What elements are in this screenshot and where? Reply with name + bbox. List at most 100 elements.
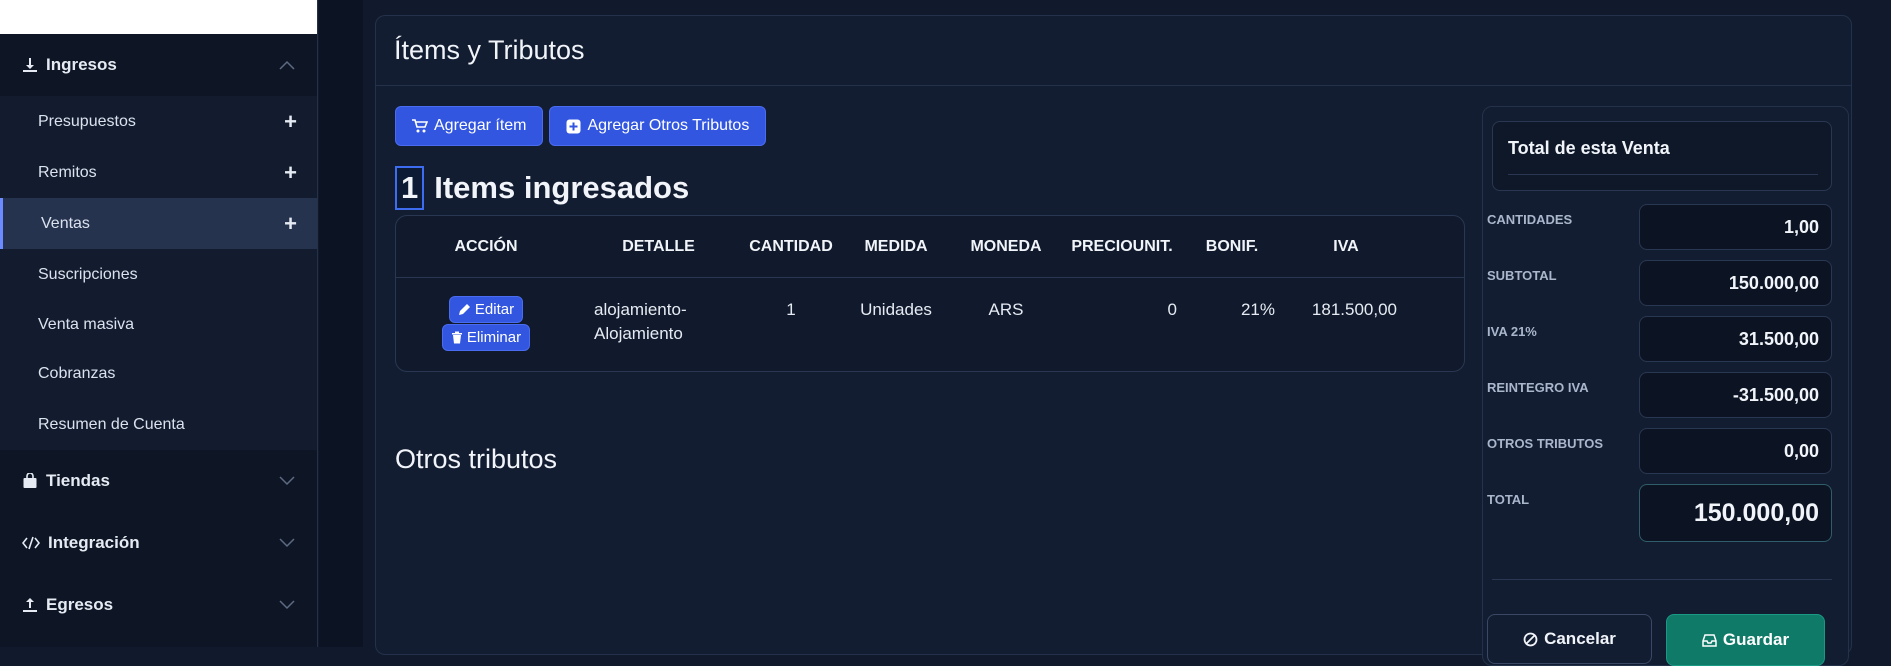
chevron-down-icon bbox=[279, 476, 295, 486]
header-cantidad: CANTIDAD bbox=[749, 237, 833, 255]
cart-icon bbox=[412, 119, 428, 133]
summary-label: OTROS TRIBUTOS bbox=[1487, 436, 1604, 451]
summary-row-reintegro: REINTEGRO IVA -31.500,00 bbox=[1487, 372, 1832, 418]
cell-medida: Unidades bbox=[860, 300, 932, 319]
trash-icon bbox=[451, 331, 463, 344]
summary-label: IVA 21% bbox=[1487, 324, 1537, 339]
summary-panel: Total de esta Venta CANTIDADES 1,00 SUBT… bbox=[1482, 106, 1849, 666]
sidebar-item-label: Venta masiva bbox=[38, 315, 135, 333]
divider bbox=[1492, 579, 1832, 580]
add-tributes-button[interactable]: Agregar Otros Tributos bbox=[549, 106, 767, 146]
summary-label: CANTIDADES bbox=[1487, 212, 1573, 227]
chevron-down-icon bbox=[279, 600, 295, 610]
summary-header: Total de esta Venta bbox=[1492, 121, 1832, 191]
sidebar-item-cobranzas[interactable]: Cobranzas bbox=[0, 349, 317, 399]
plus-square-icon bbox=[566, 119, 581, 134]
pencil-icon bbox=[458, 303, 471, 316]
edit-button[interactable]: Editar bbox=[448, 296, 524, 323]
items-heading: 1 Items ingresados bbox=[395, 166, 689, 210]
add-tributes-label: Agregar Otros Tributos bbox=[587, 117, 750, 134]
sidebar-item-label: Suscripciones bbox=[38, 265, 138, 283]
plus-icon[interactable]: + bbox=[284, 160, 297, 186]
plus-icon[interactable]: + bbox=[284, 211, 297, 237]
summary-label: REINTEGRO IVA bbox=[1487, 380, 1589, 395]
summary-label: SUBTOTAL bbox=[1487, 268, 1557, 283]
sidebar-submenu-ingresos: Presupuestos + Remitos + Ventas + Suscri… bbox=[0, 96, 317, 450]
detalle-line: alojamiento- bbox=[594, 300, 687, 319]
cell-accion: Editar Eliminar bbox=[396, 296, 576, 351]
cancel-label: Cancelar bbox=[1544, 629, 1616, 648]
sidebar-group-label: Integración bbox=[48, 533, 140, 552]
summary-row-iva: IVA 21% 31.500,00 bbox=[1487, 316, 1832, 362]
divider bbox=[1508, 174, 1818, 175]
main-content: Ítems y Tributos Agregar ítem Agregar Ot… bbox=[363, 0, 1891, 666]
cantidades-value: 1,00 bbox=[1639, 204, 1832, 250]
sidebar-group-label: Ingresos bbox=[46, 55, 117, 74]
add-item-button[interactable]: Agregar ítem bbox=[395, 106, 544, 146]
delete-label: Eliminar bbox=[466, 329, 522, 346]
items-title: Items ingresados bbox=[434, 170, 690, 205]
items-count: 1 bbox=[395, 166, 425, 210]
table-header: ACCIÓN DETALLE CANTIDAD MEDIDA MONEDA PR… bbox=[396, 216, 1464, 278]
upload-icon bbox=[22, 597, 38, 613]
sidebar: Ingresos Presupuestos + Remitos + Ventas… bbox=[0, 0, 318, 647]
sidebar-item-label: Ventas bbox=[41, 214, 90, 232]
sidebar-item-suscripciones[interactable]: Suscripciones bbox=[0, 249, 317, 300]
header-accion: ACCIÓN bbox=[454, 237, 518, 255]
detalle-line: Alojamiento bbox=[594, 324, 683, 343]
sidebar-group-egresos[interactable]: Egresos bbox=[0, 574, 317, 636]
sidebar-logo-area bbox=[0, 0, 317, 34]
items-card: Ítems y Tributos Agregar ítem Agregar Ot… bbox=[375, 15, 1852, 666]
total-value: 150.000,00 bbox=[1639, 484, 1832, 542]
reintegro-value: -31.500,00 bbox=[1639, 372, 1832, 418]
add-item-label: Agregar ítem bbox=[434, 117, 527, 134]
sidebar-item-label: Resumen de Cuenta bbox=[38, 415, 185, 433]
content-gutter bbox=[319, 0, 363, 647]
sidebar-group-tiendas[interactable]: Tiendas bbox=[0, 450, 317, 512]
header-iva: IVA bbox=[1333, 237, 1359, 255]
header-detalle: DETALLE bbox=[622, 237, 695, 255]
cell-preciounit: 0 bbox=[1167, 300, 1177, 319]
summary-title: Total de esta Venta bbox=[1508, 138, 1670, 158]
cell-detalle: alojamiento- Alojamiento bbox=[576, 300, 741, 344]
summary-row-otros: OTROS TRIBUTOS 0,00 bbox=[1487, 428, 1832, 474]
iva-value: 31.500,00 bbox=[1639, 316, 1832, 362]
cell-moneda: ARS bbox=[988, 300, 1024, 319]
inbox-icon bbox=[1702, 633, 1717, 647]
header-bonif: BONIF. bbox=[1205, 237, 1259, 255]
sidebar-group-label: Egresos bbox=[46, 595, 114, 614]
sidebar-item-resumen-de-cuenta[interactable]: Resumen de Cuenta bbox=[0, 399, 317, 450]
chevron-up-icon bbox=[279, 60, 295, 70]
sidebar-item-presupuestos[interactable]: Presupuestos + bbox=[0, 96, 317, 147]
card-title: Ítems y Tributos bbox=[376, 16, 1851, 86]
shopping-bag-icon bbox=[22, 473, 38, 489]
cell-bonif: 21% bbox=[1240, 300, 1275, 319]
sidebar-item-venta-masiva[interactable]: Venta masiva bbox=[0, 300, 317, 349]
sidebar-item-label: Presupuestos bbox=[38, 112, 136, 130]
action-buttons: Agregar ítem Agregar Otros Tributos bbox=[395, 106, 767, 146]
cancel-button[interactable]: Cancelar bbox=[1487, 614, 1652, 664]
ban-icon bbox=[1523, 632, 1538, 647]
table-row: Editar Eliminar alojamiento- Alojamiento bbox=[396, 278, 1464, 372]
sidebar-item-label: Cobranzas bbox=[38, 365, 116, 382]
otros-tributos-heading: Otros tributos bbox=[395, 444, 558, 474]
sidebar-group-label: Tiendas bbox=[46, 471, 110, 490]
sidebar-item-ventas[interactable]: Ventas + bbox=[0, 198, 317, 249]
header-moneda: MONEDA bbox=[970, 237, 1042, 255]
chevron-down-icon bbox=[279, 538, 295, 548]
sidebar-item-remitos[interactable]: Remitos + bbox=[0, 147, 317, 198]
save-label: Guardar bbox=[1722, 630, 1790, 649]
plus-icon[interactable]: + bbox=[284, 109, 297, 135]
cell-cantidad: 1 bbox=[786, 300, 796, 319]
download-icon bbox=[22, 57, 38, 73]
header-preciounit: PRECIOUNIT. bbox=[1071, 237, 1173, 255]
sidebar-group-integracion[interactable]: Integración bbox=[0, 512, 317, 574]
summary-row-total: TOTAL 150.000,00 bbox=[1487, 484, 1832, 542]
summary-row-subtotal: SUBTOTAL 150.000,00 bbox=[1487, 260, 1832, 306]
summary-label: TOTAL bbox=[1487, 492, 1530, 507]
delete-button[interactable]: Eliminar bbox=[441, 324, 531, 351]
header-medida: MEDIDA bbox=[864, 237, 928, 255]
save-button[interactable]: Guardar bbox=[1666, 614, 1825, 666]
code-icon bbox=[22, 535, 40, 551]
sidebar-group-ingresos[interactable]: Ingresos bbox=[0, 34, 317, 96]
